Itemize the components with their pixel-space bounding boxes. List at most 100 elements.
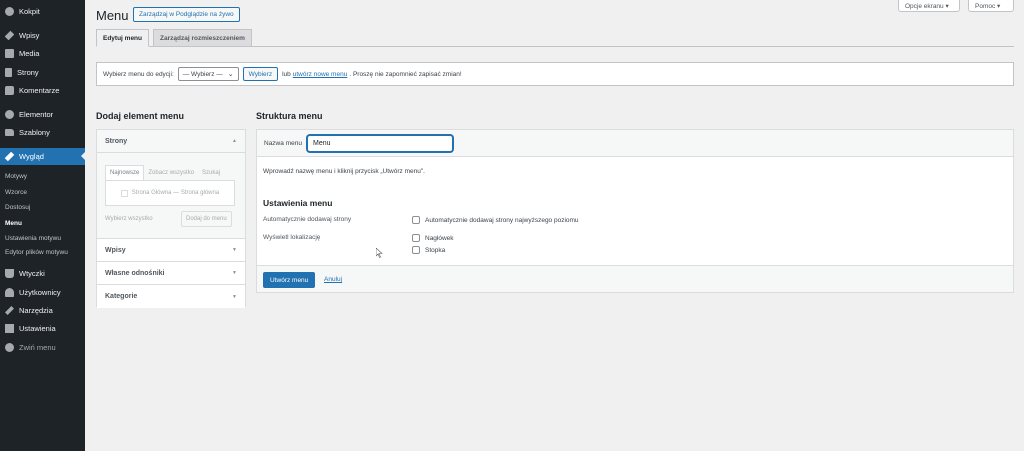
auto-add-option-label: Automatycznie dodawaj strony najwyższego… (425, 216, 579, 224)
sidebar-item-wyglad[interactable]: Wygląd (0, 148, 85, 165)
location-header-label: Nagłówek (425, 234, 454, 242)
menu-name-input[interactable]: Menu (307, 135, 453, 152)
location-header-checkbox[interactable] (412, 234, 420, 242)
auto-add-label: Automatycznie dodawaj strony (263, 216, 352, 223)
arrow-down-icon: ▼ (232, 293, 237, 300)
help-button[interactable]: Pomoc ▾ (968, 0, 1014, 12)
sidebar-item-elementor[interactable]: Elementor (0, 106, 85, 122)
sidebar-item-label: Media (19, 48, 40, 58)
accordion-label: Wpisy (105, 246, 126, 254)
add-menu-items-title: Dodaj element menu (96, 111, 185, 121)
sidebar-item-label: Strony (17, 67, 39, 77)
sidebar-item-label: Elementor (19, 109, 54, 119)
sidebar-item-wpisy[interactable]: Wpisy (0, 27, 85, 43)
accordion-label: Własne odnośniki (105, 269, 165, 277)
sidebar-item-label: Narzędzia (19, 305, 53, 315)
submenu-item-wzorce[interactable]: Wzorce (5, 187, 27, 199)
submenu-item-dostosuj[interactable]: Dostosuj (5, 202, 30, 214)
accordion-label: Kategorie (105, 293, 138, 300)
dashboard-icon (5, 6, 14, 16)
sidebar-item-strony[interactable]: Strony (0, 64, 85, 80)
sidebar-item-label: Zwiń menu (19, 342, 56, 352)
accordion-pages-header[interactable]: Strony ▲ (97, 130, 245, 153)
cancel-link[interactable]: Anuluj (324, 276, 342, 283)
collapse-menu-button[interactable]: Zwiń menu (0, 339, 85, 355)
subtab-view-all[interactable]: Zobacz wszystko (144, 165, 198, 180)
select-button[interactable]: Wybierz (242, 67, 279, 81)
create-menu-button[interactable]: Utwórz menu (263, 272, 316, 288)
sidebar-item-ustawienia[interactable]: Ustawienia (0, 320, 85, 336)
screen-options-button[interactable]: Opcje ekranu ▾ (898, 0, 960, 12)
nav-tabs: Edytuj menu Zarządzaj rozmieszczeniem (96, 29, 256, 47)
menu-hint-text: Wprowadź nazwę menu i kliknij przycisk „… (263, 168, 425, 175)
sidebar-item-narzedzia[interactable]: Narzędzia (0, 302, 85, 318)
submenu-item-motywy[interactable]: Motywy (5, 171, 27, 183)
folder-icon (5, 128, 14, 136)
create-new-menu-link[interactable]: utwórz nowe menu (293, 71, 348, 78)
sidebar-item-wtyczki[interactable]: Wtyczki (0, 265, 85, 281)
page-checkbox[interactable] (120, 189, 128, 197)
admin-sidebar: Kokpit Wpisy Media Strony Komentarze Ele… (0, 0, 85, 451)
location-footer-checkbox[interactable] (412, 246, 420, 254)
accordion-label: Strony (105, 137, 128, 145)
accordion-pages-body: Najnowsze Zobacz wszystko Szukaj Strona … (97, 153, 245, 239)
or-text: lub (282, 70, 291, 78)
arrow-up-icon: ▲ (232, 138, 237, 144)
page-icon (5, 67, 12, 77)
reminder-text: . Proszę nie zapomnieć zapisać zmian! (349, 70, 462, 78)
sidebar-item-label: Ustawienia (19, 323, 56, 333)
tab-manage-locations[interactable]: Zarządzaj rozmieszczeniem (153, 29, 252, 47)
add-to-menu-button[interactable]: Dodaj do menu (181, 211, 232, 227)
subtab-search[interactable]: Szukaj (198, 165, 224, 180)
menu-structure-footer: Utwórz menu Anuluj (257, 265, 1013, 292)
mouse-cursor-icon (376, 248, 383, 258)
sidebar-item-label: Użytkownicy (19, 287, 61, 297)
comment-icon (5, 85, 14, 95)
select-menu-label: Wybierz menu do edycji: (103, 70, 174, 78)
menu-name-label: Nazwa menu (264, 140, 302, 147)
select-all-label: Wybierz wszystko (105, 216, 153, 222)
media-icon (5, 48, 14, 58)
sidebar-item-label: Wygląd (19, 152, 44, 161)
sidebar-item-kokpit[interactable]: Kokpit (0, 3, 85, 19)
auto-add-checkbox[interactable] (412, 216, 420, 224)
page-title: Menu (96, 8, 129, 23)
sidebar-item-label: Wpisy (19, 30, 40, 40)
tab-edit-menu[interactable]: Edytuj menu (96, 29, 150, 47)
tools-icon (5, 305, 14, 315)
accordion-custom-links-header[interactable]: Własne odnośniki ▼ (97, 262, 245, 285)
location-header-option[interactable]: Nagłówek (412, 234, 454, 242)
sidebar-item-media[interactable]: Media (0, 45, 85, 61)
sidebar-item-uzytkownicy[interactable]: Użytkownicy (0, 284, 85, 300)
auto-add-option[interactable]: Automatycznie dodawaj strony najwyższego… (412, 216, 579, 224)
submenu-item-edytor-plikow[interactable]: Edytor plików motywu (5, 247, 68, 259)
arrow-down-icon: ▼ (232, 270, 237, 276)
menu-structure-title: Struktura menu (256, 111, 323, 121)
sidebar-item-komentarze[interactable]: Komentarze (0, 82, 85, 98)
accordion-categories-header[interactable]: Kategorie ▼ (97, 285, 245, 308)
manage-live-preview-button[interactable]: Zarządzaj w Podglądzie na żywo (133, 7, 240, 22)
location-footer-option[interactable]: Stopka (412, 246, 445, 254)
chevron-down-icon: ⌄ (227, 71, 234, 78)
users-icon (5, 287, 14, 297)
settings-icon (5, 323, 14, 333)
pin-icon (4, 30, 15, 40)
submenu-item-menu[interactable]: Menu (5, 218, 22, 230)
plugin-icon (5, 268, 14, 278)
submenu-item-ustawienia-motywu[interactable]: Ustawienia motywu (5, 233, 61, 245)
sidebar-item-szablony[interactable]: Szablony (0, 124, 85, 140)
menu-select[interactable]: — Wybierz — ⌄ (177, 67, 239, 81)
subtab-recent[interactable]: Najnowsze (105, 165, 145, 180)
display-location-label: Wyświetl lokalizację (263, 234, 321, 241)
accordion-posts-header[interactable]: Wpisy ▼ (97, 239, 245, 262)
select-all-row[interactable]: Wybierz wszystko (105, 216, 153, 222)
page-list: Strona Główna — Strona główna (105, 180, 235, 206)
arrow-down-icon: ▼ (232, 247, 237, 253)
elementor-icon (5, 109, 14, 119)
page-item-label: Strona Główna — Strona główna (131, 190, 220, 196)
menu-name-row: Nazwa menu Menu (257, 130, 1013, 157)
brush-icon (4, 151, 15, 162)
add-items-accordion: Strony ▲ Najnowsze Zobacz wszystko Szukaj… (96, 129, 246, 308)
menu-settings-title: Ustawienia menu (263, 198, 333, 208)
sidebar-item-label: Komentarze (19, 85, 60, 95)
